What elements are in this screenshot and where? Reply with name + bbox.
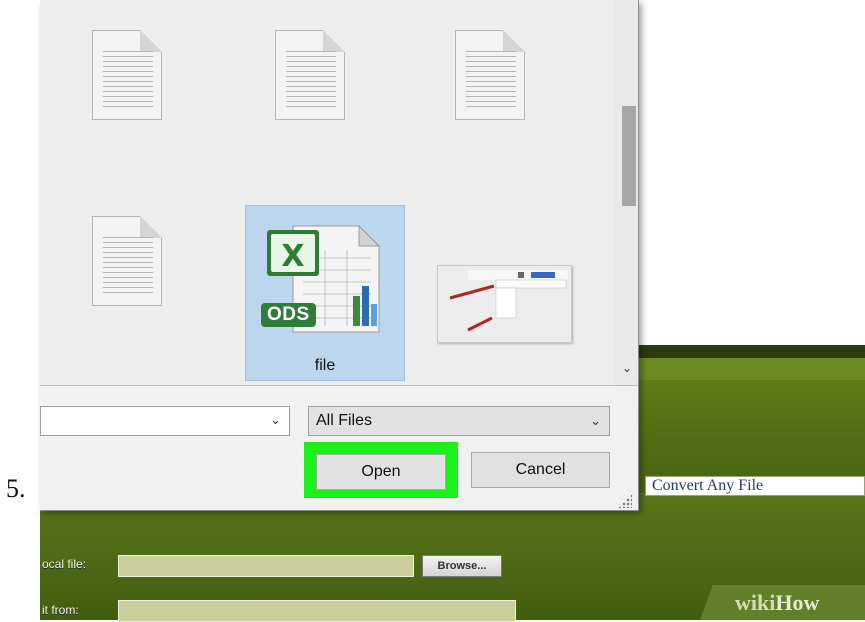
step-number: 5. bbox=[6, 474, 26, 503]
file-view[interactable]: X ODS file bbox=[40, 0, 614, 385]
chevron-down-icon[interactable]: ⌄ bbox=[590, 407, 601, 435]
selected-file-name: file bbox=[314, 357, 336, 374]
file-type-value: All Files bbox=[316, 412, 373, 429]
file-item-document-4[interactable] bbox=[40, 186, 200, 361]
vertical-scrollbar[interactable]: ⌄ bbox=[614, 0, 638, 385]
document-icon bbox=[275, 30, 345, 120]
scrollbar-thumb[interactable] bbox=[622, 106, 636, 206]
screenshot-thumbnail-icon bbox=[438, 266, 571, 342]
chevron-down-icon[interactable]: ⌄ bbox=[270, 412, 281, 428]
open-button[interactable]: Open bbox=[316, 454, 446, 490]
browse-button[interactable]: Browse... bbox=[422, 555, 502, 577]
document-icon bbox=[92, 30, 162, 120]
watermark-logo: wikiHow bbox=[735, 590, 819, 616]
scroll-down-icon[interactable]: ⌄ bbox=[620, 360, 634, 376]
divider bbox=[40, 385, 638, 386]
watermark-wiki: wiki bbox=[735, 590, 776, 615]
file-item-document-2[interactable] bbox=[223, 0, 383, 175]
file-item-document-1[interactable] bbox=[40, 0, 200, 175]
ods-badge: ODS bbox=[261, 303, 316, 327]
watermark-how: How bbox=[775, 590, 820, 615]
local-file-label: ocal file: bbox=[42, 557, 87, 571]
file-type-select[interactable]: All Files ⌄ bbox=[308, 406, 610, 436]
local-file-input[interactable] bbox=[118, 555, 414, 577]
open-file-dialog: X ODS file ⌄ ⌄ All Files ⌄ Open Cancel bbox=[40, 0, 639, 511]
document-icon bbox=[455, 30, 525, 120]
url-input[interactable] bbox=[118, 600, 516, 622]
get-from-label: it from: bbox=[42, 603, 79, 617]
document-icon bbox=[92, 216, 162, 306]
resize-grip-icon[interactable] bbox=[618, 494, 632, 508]
file-item-document-3[interactable] bbox=[403, 0, 563, 175]
convert-any-file-bar[interactable]: Convert Any File bbox=[645, 476, 865, 496]
file-item-screenshot-thumbnail[interactable] bbox=[437, 265, 572, 343]
svg-text:X: X bbox=[281, 239, 304, 274]
file-item-selected[interactable]: X ODS file bbox=[245, 205, 405, 381]
file-name-input[interactable]: ⌄ bbox=[40, 406, 290, 436]
cancel-button[interactable]: Cancel bbox=[471, 452, 610, 488]
